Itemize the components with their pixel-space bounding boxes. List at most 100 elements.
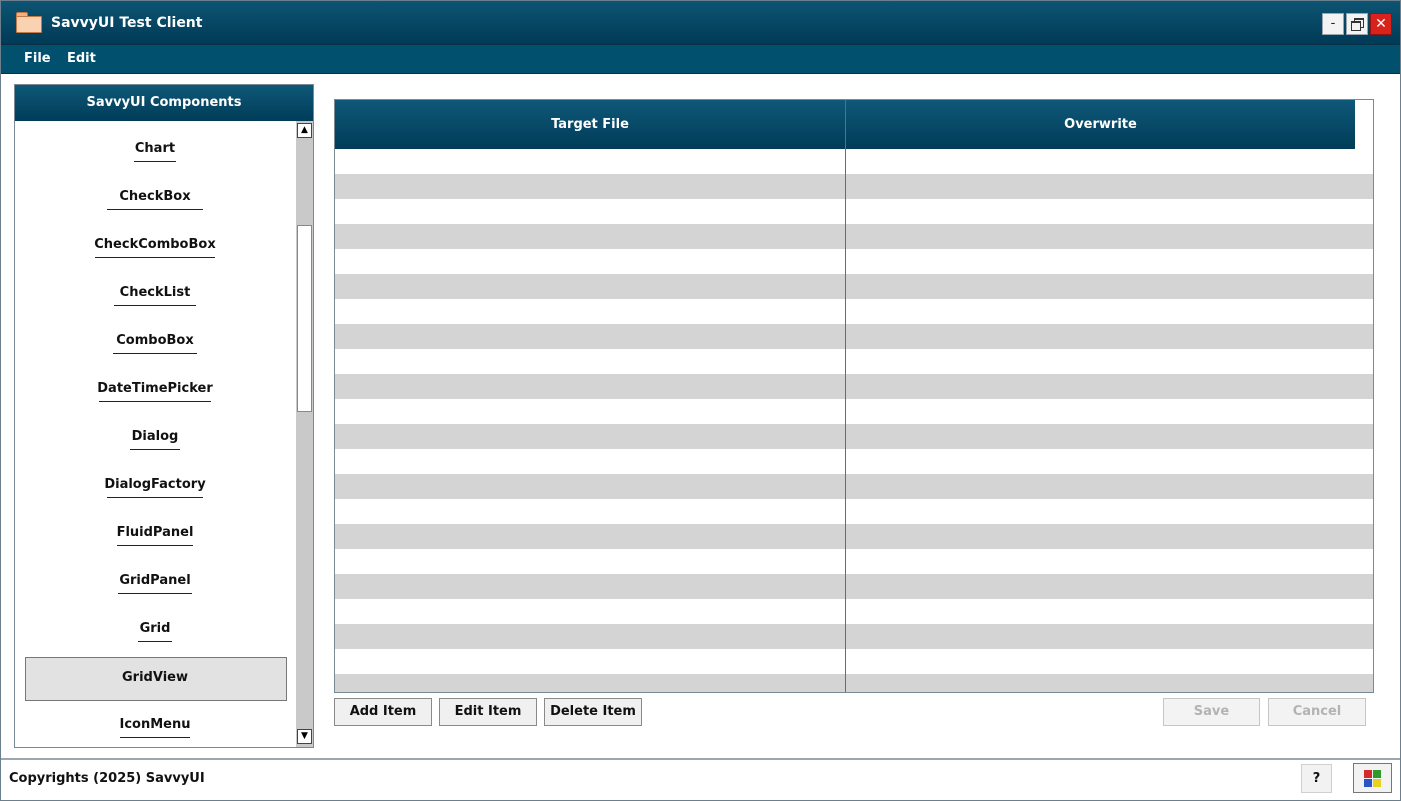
cell-target-file[interactable] (335, 574, 845, 599)
component-item[interactable]: Chart (15, 127, 295, 175)
component-item[interactable]: GridPanel (15, 559, 295, 607)
grid-view[interactable]: Target File Overwrite (334, 99, 1374, 693)
table-row[interactable] (335, 624, 1373, 649)
cell-overwrite[interactable] (846, 449, 1373, 474)
cell-target-file[interactable] (335, 149, 845, 174)
component-item[interactable]: CheckBox (15, 175, 295, 223)
table-row[interactable] (335, 474, 1373, 499)
cell-overwrite[interactable] (846, 549, 1373, 574)
table-row[interactable] (335, 199, 1373, 224)
cell-overwrite[interactable] (846, 399, 1373, 424)
component-item[interactable]: CheckComboBox (15, 223, 295, 271)
table-row[interactable] (335, 549, 1373, 574)
cell-target-file[interactable] (335, 199, 845, 224)
table-row[interactable] (335, 274, 1373, 299)
cell-target-file[interactable] (335, 374, 845, 399)
table-row[interactable] (335, 149, 1373, 174)
table-row[interactable] (335, 324, 1373, 349)
cell-target-file[interactable] (335, 249, 845, 274)
cell-overwrite[interactable] (846, 424, 1373, 449)
component-item[interactable]: DateTimePicker (15, 367, 295, 415)
table-row[interactable] (335, 224, 1373, 249)
table-row[interactable] (335, 374, 1373, 399)
cell-overwrite[interactable] (846, 174, 1373, 199)
column-header-overwrite[interactable]: Overwrite (846, 100, 1355, 149)
save-button[interactable]: Save (1163, 698, 1260, 726)
component-item[interactable]: ComboBox (15, 319, 295, 367)
edit-item-button[interactable]: Edit Item (439, 698, 537, 726)
table-row[interactable] (335, 499, 1373, 524)
scroll-thumb[interactable] (297, 225, 312, 412)
cell-overwrite[interactable] (846, 224, 1373, 249)
table-row[interactable] (335, 674, 1373, 692)
table-row[interactable] (335, 249, 1373, 274)
scroll-up-arrow-icon[interactable]: ▲ (297, 123, 312, 138)
table-row[interactable] (335, 299, 1373, 324)
table-row[interactable] (335, 449, 1373, 474)
component-item[interactable]: Grid (15, 607, 295, 655)
cell-target-file[interactable] (335, 674, 845, 692)
component-item[interactable]: IconMenu (15, 703, 295, 747)
cell-overwrite[interactable] (846, 274, 1373, 299)
cell-target-file[interactable] (335, 474, 845, 499)
scroll-down-arrow-icon[interactable]: ▼ (297, 729, 312, 744)
cell-target-file[interactable] (335, 599, 845, 624)
table-row[interactable] (335, 574, 1373, 599)
cell-target-file[interactable] (335, 624, 845, 649)
component-item[interactable]: Dialog (15, 415, 295, 463)
table-row[interactable] (335, 349, 1373, 374)
title-bar[interactable]: SavvyUI Test Client - ✕ (1, 1, 1400, 45)
cell-target-file[interactable] (335, 274, 845, 299)
table-row[interactable] (335, 599, 1373, 624)
cell-overwrite[interactable] (846, 324, 1373, 349)
cell-target-file[interactable] (335, 649, 845, 674)
cell-overwrite[interactable] (846, 499, 1373, 524)
cell-overwrite[interactable] (846, 299, 1373, 324)
cell-overwrite[interactable] (846, 674, 1373, 692)
close-button[interactable]: ✕ (1370, 13, 1392, 35)
table-row[interactable] (335, 174, 1373, 199)
cell-overwrite[interactable] (846, 199, 1373, 224)
cell-overwrite[interactable] (846, 599, 1373, 624)
cell-target-file[interactable] (335, 424, 845, 449)
components-list[interactable]: Chart CheckBox CheckComboBox CheckList Combo… (15, 121, 295, 747)
component-item[interactable]: FluidPanel (15, 511, 295, 559)
component-item[interactable]: GridView (15, 655, 295, 703)
cell-target-file[interactable] (335, 449, 845, 474)
cell-target-file[interactable] (335, 324, 845, 349)
minimize-button[interactable]: - (1322, 13, 1344, 35)
cell-target-file[interactable] (335, 349, 845, 374)
cancel-button[interactable]: Cancel (1268, 698, 1366, 726)
cell-overwrite[interactable] (846, 649, 1373, 674)
cell-overwrite[interactable] (846, 149, 1373, 174)
component-item[interactable]: CheckList (15, 271, 295, 319)
cell-target-file[interactable] (335, 299, 845, 324)
menu-edit[interactable]: Edit (67, 51, 96, 66)
cell-target-file[interactable] (335, 549, 845, 574)
cell-overwrite[interactable] (846, 524, 1373, 549)
grid-body[interactable] (335, 149, 1373, 692)
table-row[interactable] (335, 649, 1373, 674)
cell-overwrite[interactable] (846, 474, 1373, 499)
apps-grid-button[interactable] (1353, 763, 1392, 793)
cell-target-file[interactable] (335, 499, 845, 524)
help-button[interactable]: ? (1301, 764, 1332, 793)
component-item[interactable]: DialogFactory (15, 463, 295, 511)
menu-file[interactable]: File (24, 51, 51, 66)
table-row[interactable] (335, 424, 1373, 449)
maximize-button[interactable] (1346, 13, 1368, 35)
cell-overwrite[interactable] (846, 349, 1373, 374)
add-item-button[interactable]: Add Item (334, 698, 432, 726)
components-scrollbar[interactable]: ▲ ▼ (296, 121, 313, 747)
table-row[interactable] (335, 524, 1373, 549)
cell-target-file[interactable] (335, 399, 845, 424)
cell-target-file[interactable] (335, 174, 845, 199)
cell-overwrite[interactable] (846, 624, 1373, 649)
table-row[interactable] (335, 399, 1373, 424)
cell-overwrite[interactable] (846, 249, 1373, 274)
column-header-target-file[interactable]: Target File (335, 100, 845, 149)
cell-overwrite[interactable] (846, 574, 1373, 599)
cell-target-file[interactable] (335, 224, 845, 249)
delete-item-button[interactable]: Delete Item (544, 698, 642, 726)
cell-overwrite[interactable] (846, 374, 1373, 399)
